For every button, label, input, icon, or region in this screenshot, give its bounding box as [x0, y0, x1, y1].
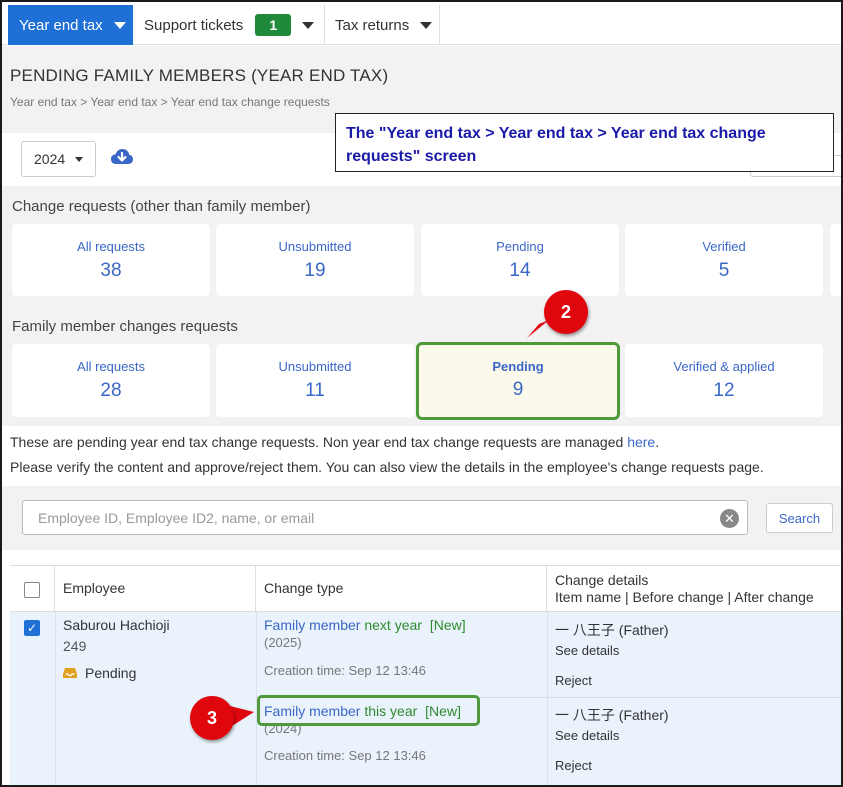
- tab-support-tickets[interactable]: Support tickets 1: [133, 5, 323, 45]
- change-type-period: next year: [364, 617, 422, 633]
- cloud-download-icon[interactable]: [110, 147, 134, 167]
- card-label: Verified: [702, 239, 746, 254]
- search-button[interactable]: Search: [766, 503, 833, 533]
- change-year: (2025): [264, 635, 302, 650]
- card-label: Verified & applied: [673, 359, 775, 374]
- employee-name-link[interactable]: Saburou Hachioji: [63, 617, 170, 633]
- header-label: Employee: [63, 580, 126, 596]
- column-divider: [547, 612, 548, 785]
- search-input[interactable]: Employee ID, Employee ID2, name, or emai…: [22, 500, 748, 535]
- clear-icon[interactable]: ✕: [720, 509, 739, 528]
- family-card-verified[interactable]: Verified & applied 12: [625, 344, 823, 417]
- header-label: Change type: [264, 580, 344, 596]
- family-card-unsubmitted[interactable]: Unsubmitted 11: [216, 344, 414, 417]
- info-line-1: These are pending year end tax change re…: [10, 434, 659, 450]
- see-details-link[interactable]: See details: [555, 728, 619, 743]
- change-card-overflow: [830, 224, 841, 296]
- ticket-count-badge: 1: [255, 14, 292, 36]
- info-line-2: Please verify the content and approve/re…: [10, 459, 764, 475]
- card-value: 14: [509, 260, 531, 281]
- step-marker-2: 2: [544, 290, 588, 334]
- reject-link[interactable]: Reject: [555, 673, 592, 688]
- change-card-unsubmitted[interactable]: Unsubmitted 19: [216, 224, 414, 296]
- info-text: .: [655, 434, 660, 450]
- inbox-icon: [63, 668, 77, 678]
- card-label: All requests: [77, 359, 145, 374]
- family-card-all[interactable]: All requests 28: [12, 344, 210, 417]
- header-change-type: Change type: [256, 566, 547, 612]
- header-employee: Employee: [55, 566, 256, 612]
- chevron-down-icon: [113, 21, 126, 29]
- card-value: 5: [718, 260, 730, 281]
- year-value: 2024: [34, 151, 66, 167]
- header-change-details: Change details Item name | Before change…: [547, 566, 841, 612]
- card-value: 11: [305, 380, 325, 401]
- tab-tax-returns[interactable]: Tax returns: [324, 5, 439, 45]
- change-card-all[interactable]: All requests 38: [12, 224, 210, 296]
- row-checkbox[interactable]: ✓: [24, 620, 40, 636]
- section-label: Family member changes requests: [12, 318, 238, 335]
- family-card-pending[interactable]: Pending 9: [416, 342, 620, 420]
- new-tag: [New]: [429, 617, 466, 633]
- chevron-down-icon: [302, 21, 315, 29]
- card-value: 19: [304, 260, 326, 281]
- tab-year-end-tax[interactable]: Year end tax: [8, 5, 133, 45]
- change-detail-item: 一 八王子 (Father): [555, 622, 669, 638]
- nav-divider: [439, 5, 440, 45]
- section-label: Change requests (other than family membe…: [12, 198, 311, 215]
- creation-time: Creation time: Sep 12 13:46: [264, 663, 426, 678]
- search-area: Employee ID, Employee ID2, name, or emai…: [2, 486, 841, 550]
- header-label: Change details: [555, 572, 649, 588]
- card-value: 12: [713, 380, 735, 401]
- breadcrumb: Year end tax > Year end tax > Year end t…: [10, 95, 330, 109]
- card-label: Unsubmitted: [278, 239, 352, 254]
- screen-frame: Year end tax Support tickets 1 Tax retur…: [0, 0, 843, 787]
- top-nav: Year end tax Support tickets 1 Tax retur…: [2, 2, 841, 45]
- change-type-highlight: [257, 695, 480, 726]
- step-marker-3: 3: [190, 696, 234, 740]
- change-type-link[interactable]: Family member: [264, 617, 360, 633]
- chevron-down-icon: [420, 21, 433, 29]
- tab-label: Support tickets: [144, 16, 244, 34]
- here-link[interactable]: here: [627, 434, 655, 450]
- year-select[interactable]: 2024: [21, 141, 96, 177]
- card-value: 9: [512, 379, 524, 400]
- see-details-link[interactable]: See details: [555, 643, 619, 658]
- tab-label: Year end tax: [19, 16, 103, 34]
- card-value: 38: [100, 260, 122, 281]
- reject-link[interactable]: Reject: [555, 758, 592, 773]
- search-placeholder: Employee ID, Employee ID2, name, or emai…: [38, 509, 315, 526]
- header-sublabel: Item name | Before change | After change: [555, 589, 814, 605]
- column-divider: [55, 612, 56, 785]
- page-title: PENDING FAMILY MEMBERS (YEAR END TAX): [10, 66, 389, 85]
- screen-callout: The "Year end tax > Year end tax > Year …: [335, 113, 834, 172]
- change-type-label[interactable]: Family member next year [New]: [264, 617, 466, 633]
- select-all-checkbox[interactable]: [24, 582, 40, 598]
- change-detail-item: 一 八王子 (Father): [555, 707, 669, 723]
- card-label: Unsubmitted: [278, 359, 352, 374]
- card-label: Pending: [492, 359, 544, 374]
- card-label: All requests: [77, 239, 145, 254]
- card-label: Pending: [496, 239, 544, 254]
- tab-label: Tax returns: [335, 16, 410, 34]
- employee-id: 249: [63, 638, 87, 654]
- chevron-down-icon: [75, 156, 84, 162]
- card-value: 28: [100, 380, 122, 401]
- header-select-cell: [10, 566, 55, 612]
- change-card-pending[interactable]: Pending 14: [421, 224, 619, 296]
- change-card-verified[interactable]: Verified 5: [625, 224, 823, 296]
- requests-table: Employee Change type Change details Item…: [10, 565, 841, 785]
- status-badge: Pending: [85, 665, 137, 681]
- creation-time: Creation time: Sep 12 13:46: [264, 748, 426, 763]
- info-text: These are pending year end tax change re…: [10, 434, 628, 450]
